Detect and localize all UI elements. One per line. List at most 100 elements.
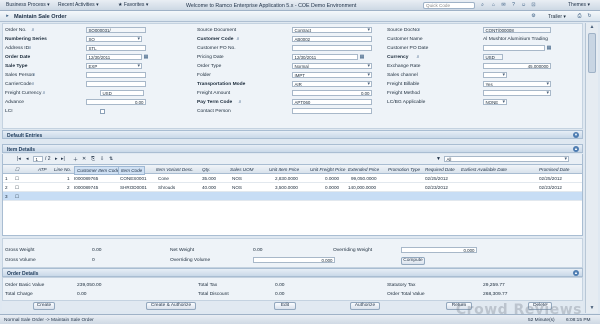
table-row[interactable]: 3 ☐ — [3, 192, 582, 201]
add-row-icon[interactable]: ＋ — [73, 156, 78, 163]
settings-icon[interactable]: ⚙ — [530, 13, 537, 20]
customer-code-field[interactable]: AB0002 — [292, 36, 372, 42]
trailer-menu[interactable]: Trailer ▾ — [548, 14, 566, 20]
search-icon[interactable]: ⌕ — [27, 45, 33, 51]
export-icon[interactable]: ⇩ — [100, 156, 104, 162]
recent-activities-menu[interactable]: Recent Activities ▾ — [58, 2, 99, 8]
scroll-down-icon[interactable]: ▼ — [588, 305, 596, 312]
pay-term-code-field[interactable]: APT060 — [292, 99, 372, 105]
column-header[interactable]: Line No. — [54, 167, 71, 172]
sales-uom-cell[interactable]: NOS — [232, 176, 242, 181]
promised-date-cell[interactable]: 02/23/2012 — [539, 185, 562, 190]
calendar-icon[interactable]: ▦ — [359, 54, 365, 60]
delete-row-icon[interactable]: ✕ — [82, 156, 86, 162]
search-icon[interactable]: ⌕ — [30, 27, 36, 33]
column-header[interactable]: Sales UOM — [230, 167, 254, 172]
order-no-field[interactable]: SO000031/ — [86, 27, 146, 33]
sort-icon[interactable]: ⇅ — [109, 156, 113, 162]
row-checkbox[interactable]: ☐ — [15, 185, 19, 191]
create-button[interactable]: Create — [33, 302, 55, 310]
unit-item-price-cell[interactable]: 3,500.0000 — [275, 185, 298, 190]
compute-button[interactable]: Compute — [401, 257, 425, 265]
filter-select[interactable]: All — [444, 156, 569, 162]
order-type-select[interactable]: Normal — [292, 63, 372, 69]
currency-field[interactable]: USD — [483, 54, 503, 60]
calendar-icon[interactable]: ▦ — [143, 54, 149, 60]
search-icon[interactable]: ⌕ — [415, 54, 421, 60]
column-header[interactable]: Item Variant Desc. — [156, 167, 194, 172]
search-icon[interactable]: ⌕ — [41, 90, 47, 96]
expand-icon[interactable]: ▼ — [573, 132, 579, 138]
vertical-scrollbar[interactable]: ▲ ▼ — [585, 23, 598, 313]
last-page-icon[interactable]: ▸| — [61, 156, 65, 162]
table-row[interactable]: 1 ☐ 1 I000089765 CONES0001 Cone 35.000 N… — [3, 174, 582, 183]
customer-po-date-field[interactable] — [483, 45, 545, 51]
prev-page-icon[interactable]: ◂ — [26, 156, 29, 162]
item-details-section[interactable]: Item Details ▲ — [2, 144, 583, 153]
unit-freight-price-cell[interactable]: 0.0000 — [325, 185, 339, 190]
carrier-code-field[interactable] — [86, 81, 146, 87]
unit-freight-price-cell[interactable]: 0.0000 — [325, 176, 339, 181]
sale-type-select[interactable]: EXP — [86, 63, 142, 69]
promised-date-cell[interactable]: 02/25/2012 — [539, 176, 562, 181]
freight-amount-field[interactable]: 0.00 — [292, 90, 372, 96]
freight-method-select[interactable] — [483, 90, 551, 96]
table-row[interactable]: 2 ☐ 2 I000089745 SHROD0001 Shrouds 40.00… — [3, 183, 582, 192]
customer-item-code-cell[interactable]: I000089745 — [74, 185, 98, 190]
required-date-cell[interactable]: 02/25/2012 — [425, 176, 448, 181]
refresh-icon[interactable]: ↻ — [586, 13, 593, 20]
row-checkbox[interactable]: ☐ — [15, 194, 19, 200]
exchange-rate-field[interactable]: 45.000000 — [483, 63, 551, 69]
filter-icon[interactable]: ▼ — [436, 156, 441, 162]
overriding-volume-field[interactable]: 0.000 — [253, 257, 335, 263]
home-icon[interactable]: ⌂ — [490, 2, 497, 9]
pricing-date-field[interactable]: 12/30/2011 — [292, 54, 358, 60]
sales-uom-cell[interactable]: NOS — [232, 185, 242, 190]
print-icon[interactable]: ⎙ — [576, 13, 583, 20]
sales-channel-select[interactable] — [483, 72, 507, 78]
qty-cell[interactable]: 40.000 — [202, 185, 216, 190]
collapse-icon[interactable]: ▲ — [573, 146, 579, 152]
contact-person-field[interactable] — [292, 108, 372, 114]
sales-person-field[interactable] — [86, 72, 146, 78]
search-icon[interactable]: ⌕ — [479, 2, 486, 9]
overriding-weight-field[interactable]: 0.000 — [401, 247, 477, 253]
item-code-cell[interactable]: CONES0001 — [120, 176, 147, 181]
quick-code-input[interactable]: Quick Code — [423, 2, 475, 9]
first-page-icon[interactable]: |◂ — [17, 156, 21, 162]
copy-icon[interactable]: ⎘ — [91, 156, 95, 162]
column-header[interactable]: Unit Freight Price — [310, 167, 346, 172]
customer-item-code-cell[interactable]: I000089765 — [74, 176, 98, 181]
source-docno-field[interactable]: CONT/000008 — [483, 27, 551, 33]
calendar-icon[interactable]: ▦ — [546, 45, 552, 51]
freight-billable-select[interactable]: Yes — [483, 81, 551, 87]
user-icon[interactable]: ☺ — [520, 2, 527, 9]
order-details-section[interactable]: Order Details ▲ — [2, 268, 583, 277]
advance-field[interactable]: 0.00 — [86, 99, 146, 105]
default-entries-section[interactable]: Default Entries ▼ — [2, 130, 583, 139]
column-header[interactable]: ATP — [38, 167, 47, 172]
source-document-select[interactable]: Contract — [292, 27, 372, 33]
column-header[interactable]: Qty. — [202, 167, 210, 172]
next-page-icon[interactable]: ▸ — [55, 156, 58, 162]
column-header[interactable]: Promised Date — [539, 167, 569, 172]
required-date-cell[interactable]: 02/23/2012 — [425, 185, 448, 190]
search-icon[interactable]: ⌕ — [237, 99, 243, 105]
mail-icon[interactable]: ✉ — [500, 2, 507, 9]
folder-select[interactable]: IMPT — [292, 72, 372, 78]
search-icon[interactable]: ⌕ — [235, 36, 241, 42]
create-authorize-button[interactable]: Create & Authorize — [146, 302, 196, 310]
select-all-checkbox[interactable]: ☐ — [15, 167, 19, 173]
row-checkbox[interactable]: ☐ — [15, 176, 19, 182]
scroll-up-icon[interactable]: ▲ — [588, 24, 596, 31]
column-header[interactable]: Extended Price — [348, 167, 379, 172]
help-icon[interactable]: ? — [510, 2, 517, 9]
column-header[interactable]: Required Date — [425, 167, 455, 172]
themes-menu[interactable]: Themes ▾ — [568, 2, 590, 8]
page-number-input[interactable]: 1 — [33, 156, 43, 162]
search-icon[interactable]: ⌕ — [416, 27, 422, 33]
order-date-field[interactable]: 12/30/2011 — [86, 54, 142, 60]
numbering-series-select[interactable]: SO — [86, 36, 142, 42]
address-id-field[interactable]: STL — [86, 45, 146, 51]
business-process-menu[interactable]: Business Process ▾ — [6, 2, 50, 8]
